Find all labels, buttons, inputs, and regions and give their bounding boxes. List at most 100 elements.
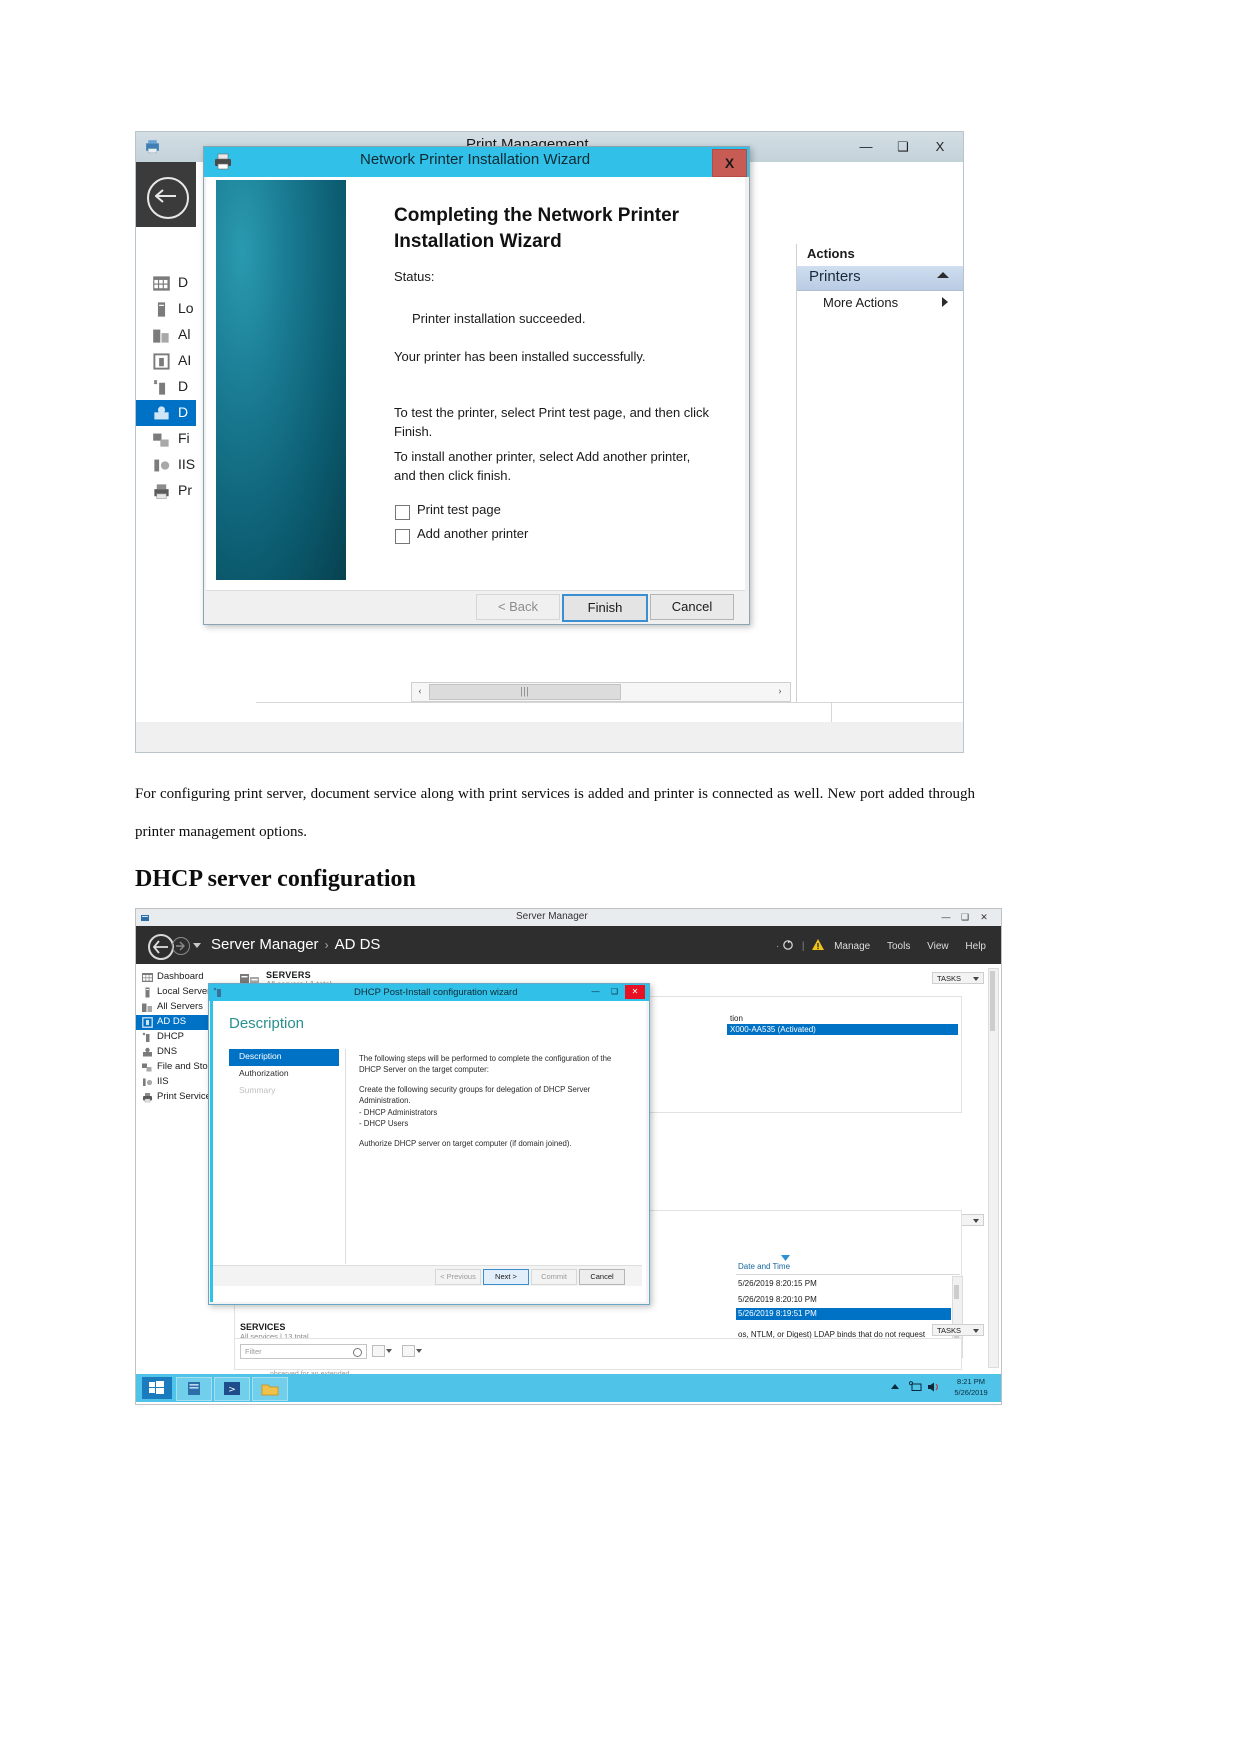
dhcp-icon bbox=[153, 379, 166, 395]
scrollbar-thumb[interactable]: ||| bbox=[429, 684, 621, 700]
taskbar-file-explorer-icon[interactable] bbox=[252, 1377, 288, 1401]
actions-group-printers[interactable]: Printers bbox=[797, 266, 963, 291]
step-description[interactable]: Description bbox=[229, 1049, 339, 1066]
wizard-body: Completing the Network Printer Installat… bbox=[206, 177, 745, 590]
minimize-button[interactable]: — bbox=[850, 137, 882, 157]
finish-button[interactable]: Finish bbox=[562, 594, 648, 622]
print-test-page-checkbox[interactable] bbox=[395, 505, 410, 520]
services-filter-input[interactable]: Filter bbox=[240, 1344, 367, 1359]
commit-button[interactable]: Commit bbox=[531, 1269, 577, 1285]
event-row[interactable]: 5/26/2019 8:20:15 PM bbox=[738, 1279, 817, 1288]
back-arrow-icon bbox=[152, 940, 168, 954]
back-button[interactable] bbox=[148, 934, 174, 960]
chevron-down-icon[interactable] bbox=[193, 943, 201, 948]
services-tasks-button[interactable]: TASKS bbox=[932, 1324, 984, 1336]
sidebar-item-file-storage[interactable]: Fi bbox=[136, 426, 196, 452]
breadcrumb: Server Manager › AD DS bbox=[211, 936, 380, 953]
dhcp-icon bbox=[213, 987, 221, 997]
test-printer-message: To test the printer, select Print test p… bbox=[394, 405, 710, 439]
sidebar-item-iis[interactable]: IIS bbox=[136, 452, 196, 478]
server-manager-header: Server Manager › AD DS · | Manage Tools Vi… bbox=[136, 926, 1001, 964]
add-another-printer-checkbox[interactable] bbox=[395, 529, 410, 544]
description-authorize: Authorize DHCP server on target computer… bbox=[359, 1139, 572, 1148]
step-summary[interactable]: Summary bbox=[229, 1083, 339, 1100]
servers-panel-title: SERVERS bbox=[266, 970, 311, 980]
sidebar-item-dashboard[interactable]: D bbox=[136, 270, 196, 296]
event-row-selected[interactable]: 5/26/2019 8:19:51 PM bbox=[736, 1308, 951, 1320]
local-server-icon bbox=[145, 987, 150, 998]
close-button[interactable]: ✕ bbox=[625, 985, 645, 999]
menu-tools[interactable]: Tools bbox=[880, 941, 917, 952]
sidebar-item-label: Dashboard bbox=[157, 971, 204, 982]
breadcrumb-root[interactable]: Server Manager bbox=[211, 936, 319, 953]
menu-manage[interactable]: Manage bbox=[827, 941, 877, 952]
warning-icon[interactable] bbox=[812, 939, 825, 950]
grid-icon[interactable] bbox=[372, 1345, 385, 1357]
wizard-footer: < Back Finish Cancel bbox=[206, 590, 745, 623]
step-label: Authorization bbox=[239, 1068, 289, 1078]
main-scrollbar[interactable] bbox=[988, 968, 999, 1368]
minimize-button[interactable]: — bbox=[587, 985, 604, 999]
event-row-label: 5/26/2019 8:19:51 PM bbox=[738, 1309, 817, 1318]
sidebar-item-local-server[interactable]: Lo bbox=[136, 296, 196, 322]
network-icon[interactable] bbox=[909, 1381, 922, 1393]
dns-icon bbox=[143, 1047, 152, 1057]
maximize-button[interactable]: ❑ bbox=[606, 985, 623, 999]
chevron-down-icon[interactable] bbox=[386, 1349, 392, 1353]
sidebar-item-dhcp[interactable]: D bbox=[136, 374, 196, 400]
forward-button[interactable] bbox=[172, 937, 190, 955]
back-button[interactable]: < Back bbox=[476, 594, 560, 620]
step-authorization[interactable]: Authorization bbox=[229, 1066, 339, 1083]
print-test-page-checkbox-row[interactable]: Print test page bbox=[395, 502, 695, 523]
more-actions-item[interactable]: More Actions bbox=[823, 295, 898, 310]
back-arrow-icon bbox=[155, 189, 176, 203]
add-another-printer-checkbox-row[interactable]: Add another printer bbox=[395, 526, 695, 547]
print-management-icon bbox=[146, 140, 159, 154]
show-hidden-icons-arrow[interactable] bbox=[891, 1384, 899, 1389]
installed-message: Your printer has been installed successf… bbox=[394, 349, 646, 364]
sidebar-item-all-servers[interactable]: Al bbox=[136, 322, 196, 348]
columns-icon[interactable] bbox=[402, 1345, 415, 1357]
next-button[interactable]: Next > bbox=[483, 1269, 529, 1285]
navigation-rail: D Lo Al AI D D Fi IIS Pr bbox=[136, 162, 196, 722]
sidebar-item-ad-ds[interactable]: AI bbox=[136, 348, 196, 374]
scroll-right-button[interactable]: › bbox=[772, 683, 788, 699]
horizontal-scrollbar[interactable]: ‹ ||| › bbox=[411, 682, 791, 702]
wizard-heading: Completing the Network Printer Installat… bbox=[394, 205, 680, 252]
events-header-rule bbox=[736, 1274, 960, 1275]
servers-column-header: tion bbox=[730, 1014, 743, 1023]
menu-help[interactable]: Help bbox=[958, 941, 993, 952]
cancel-button[interactable]: Cancel bbox=[650, 594, 734, 620]
sidebar-item-dns[interactable]: D bbox=[136, 400, 196, 426]
volume-icon[interactable] bbox=[927, 1381, 940, 1393]
refresh-icon[interactable] bbox=[782, 939, 794, 951]
taskbar-server-manager-icon[interactable] bbox=[176, 1377, 212, 1401]
events-scrollbar[interactable] bbox=[952, 1276, 963, 1326]
sidebar-item-print-services[interactable]: Pr bbox=[136, 478, 196, 504]
maximize-button[interactable]: ❑ bbox=[887, 137, 919, 157]
printer-icon bbox=[215, 153, 231, 170]
close-icon[interactable]: X bbox=[712, 149, 747, 177]
print-services-icon bbox=[143, 1093, 152, 1103]
server-row-label: X000-AA535 (Activated) bbox=[730, 1025, 816, 1034]
minimize-button[interactable]: — bbox=[938, 911, 954, 924]
maximize-button[interactable]: ❑ bbox=[957, 911, 973, 924]
chevron-up-icon[interactable] bbox=[937, 272, 949, 278]
server-row-selected[interactable]: X000-AA535 (Activated) bbox=[727, 1024, 958, 1035]
menu-view[interactable]: View bbox=[920, 941, 956, 952]
chevron-down-icon[interactable] bbox=[416, 1349, 422, 1353]
close-button[interactable]: ✕ bbox=[976, 911, 992, 924]
forward-arrow-icon bbox=[176, 941, 185, 951]
scroll-left-button[interactable]: ‹ bbox=[412, 683, 428, 699]
taskbar-powershell-icon[interactable]: > bbox=[214, 1377, 250, 1401]
sidebar-item-label: AI bbox=[178, 352, 192, 368]
cancel-button[interactable]: Cancel bbox=[579, 1269, 625, 1285]
clock[interactable]: 8:21 PM 5/26/2019 bbox=[945, 1376, 997, 1398]
windows-start-icon[interactable] bbox=[142, 1377, 172, 1399]
close-button[interactable]: X bbox=[924, 137, 956, 157]
event-row[interactable]: 5/26/2019 8:20:10 PM bbox=[738, 1295, 817, 1304]
sort-ascending-icon[interactable] bbox=[781, 1255, 790, 1262]
file-storage-icon bbox=[142, 1063, 152, 1072]
servers-tasks-button[interactable]: TASKS bbox=[932, 972, 984, 984]
previous-button[interactable]: < Previous bbox=[435, 1269, 481, 1285]
